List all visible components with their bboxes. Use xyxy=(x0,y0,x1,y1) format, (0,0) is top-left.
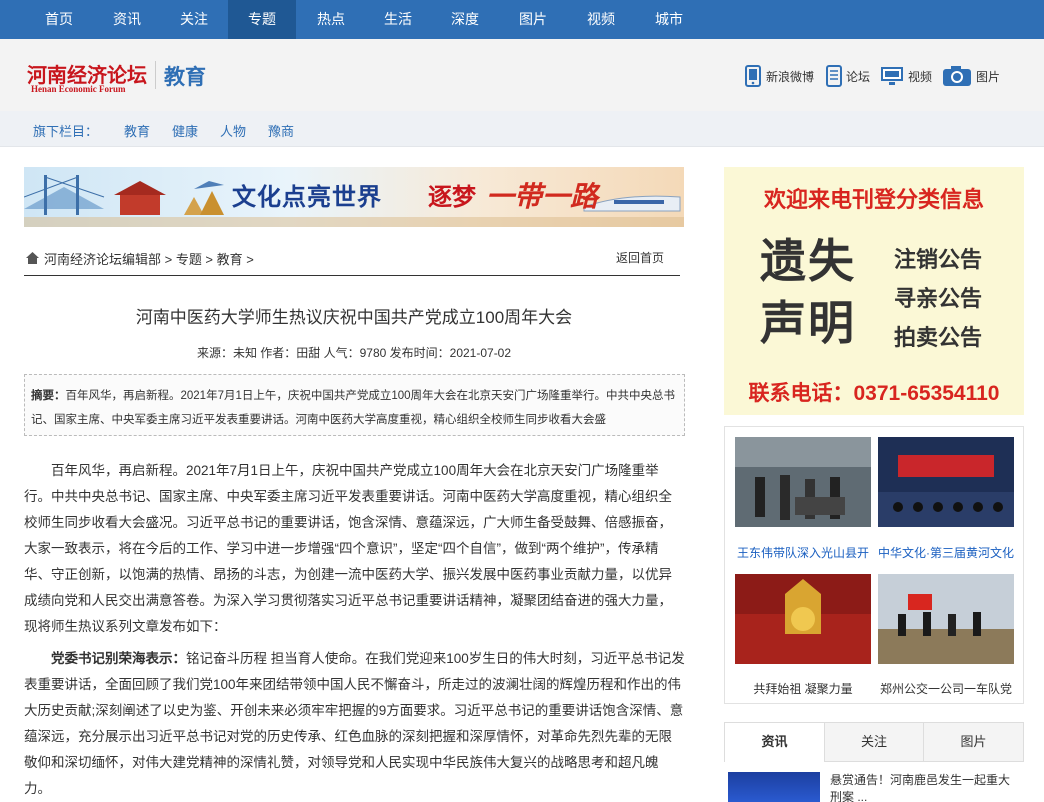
article-meta: 来源：未知 作者：田甜 人气：9780 发布时间：2021-07-02 xyxy=(196,346,512,360)
nav-item-life[interactable]: 生活 xyxy=(367,0,429,39)
back-home-link[interactable]: 返回首页 xyxy=(616,249,664,266)
ad-item-cancel: 注销公告 xyxy=(894,247,983,272)
forum-link[interactable]: 论坛 xyxy=(826,65,870,87)
photo-caption[interactable]: 中华文化·第三届黄河文化 xyxy=(871,544,1021,561)
nav-item-home[interactable]: 首页 xyxy=(28,0,90,39)
tab-follow[interactable]: 关注 xyxy=(824,723,923,762)
ad-big-text-1: 遗失 xyxy=(760,235,856,287)
video-link[interactable]: 视频 xyxy=(880,65,932,87)
photo-caption[interactable]: 王东伟带队深入光山县开 xyxy=(728,544,878,561)
phone-icon xyxy=(745,65,761,87)
abstract-text: 百年风华，再启新程。2021年7月1日上午，庆祝中国共产党成立100周年大会在北… xyxy=(31,390,676,426)
article-paragraph: 百年风华，再启新程。2021年7月1日上午，庆祝中国共产党成立100周年大会在北… xyxy=(24,463,672,634)
news-thumbnail[interactable] xyxy=(728,772,820,802)
nav-item-city[interactable]: 城市 xyxy=(638,0,700,39)
banner-title: 文化点亮世界 xyxy=(232,184,382,211)
nav-item-video[interactable]: 视频 xyxy=(570,0,632,39)
sub-column-merchants[interactable]: 豫商 xyxy=(268,121,294,140)
article-body: 百年风华，再启新程。2021年7月1日上午，庆祝中国共产党成立100周年大会在北… xyxy=(24,458,685,802)
article-paragraph-2: 党委书记别荣海表示：铭记奋斗历程 担当育人使命。在我们党迎来100岁生日的伟大时… xyxy=(24,646,685,802)
site-header: 河南经济论坛 Henan Economic Forum 教育 新浪微博 论坛 视… xyxy=(0,39,1044,111)
ad-item-family: 寻亲公告 xyxy=(894,286,983,311)
sub-column-health[interactable]: 健康 xyxy=(172,121,198,140)
news-title-line-1: 悬赏通告！河南鹿邑发生一起重大 xyxy=(830,773,1011,787)
photo-grid: 王东伟带队深入光山县开 中华文化·第三届黄河文化 共拜始祖 凝聚力量 郑州公交一… xyxy=(724,426,1024,704)
speaker-label: 党委书记别荣海表示： xyxy=(51,651,186,666)
sub-column-people[interactable]: 人物 xyxy=(220,121,246,140)
ad-headline: 欢迎来电刊登分类信息 xyxy=(763,187,984,212)
article-paragraph-2-text: 铭记奋斗历程 担当育人使命。在我们党迎来100岁生日的伟大时刻，习近平总书记发表… xyxy=(24,651,685,796)
breadcrumb: 河南经济论坛编辑部 > 专题 > 教育 > 返回首页 xyxy=(24,244,680,276)
sub-column-label: 旗下栏目： xyxy=(33,124,99,139)
nav-item-follow[interactable]: 关注 xyxy=(163,0,225,39)
abstract-label: 摘要： xyxy=(31,390,66,402)
sub-column-education[interactable]: 教育 xyxy=(124,121,150,140)
nav-item-depth[interactable]: 深度 xyxy=(434,0,496,39)
forum-link-label: 论坛 xyxy=(846,69,871,84)
news-title-line-2: 刑案 ... xyxy=(830,790,868,802)
article-abstract: 摘要：百年风华，再启新程。2021年7月1日上午，庆祝中国共产党成立100周年大… xyxy=(24,374,685,436)
weibo-link[interactable]: 新浪微博 xyxy=(744,65,814,87)
photo-caption[interactable]: 共拜始祖 凝聚力量 xyxy=(728,680,878,697)
tablet-icon xyxy=(826,65,842,87)
site-logo-english: Henan Economic Forum xyxy=(31,84,126,94)
nav-item-images[interactable]: 图片 xyxy=(502,0,564,39)
sub-column-bar: 旗下栏目： 教育 健康 人物 豫商 xyxy=(0,111,1044,147)
logo-divider xyxy=(155,61,156,89)
classified-ad[interactable]: 欢迎来电刊登分类信息 遗失 声明 注销公告 寻亲公告 拍卖公告 联系电话：037… xyxy=(724,167,1024,415)
weibo-link-label: 新浪微博 xyxy=(766,69,815,84)
channel-title: 教育 xyxy=(164,66,206,89)
ad-phone: 联系电话：0371-65354110 xyxy=(748,382,1000,405)
ad-big-text-2: 声明 xyxy=(760,297,856,349)
camera-icon xyxy=(943,66,971,86)
image-link[interactable]: 图片 xyxy=(942,65,1000,87)
banner-slogan: 一带一路 xyxy=(486,180,599,213)
top-navigation: 首页 资讯 关注 专题 热点 生活 深度 图片 视频 城市 xyxy=(0,0,1044,39)
ad-item-auction: 拍卖公告 xyxy=(894,325,983,350)
video-link-label: 视频 xyxy=(908,69,933,84)
tab-images[interactable]: 图片 xyxy=(923,723,1023,762)
photo-thumbnail[interactable] xyxy=(878,574,1014,664)
photo-caption[interactable]: 郑州公交一公司一车队党 xyxy=(871,680,1021,697)
banner-ad[interactable]: 文化点亮世界 逐梦 一带一路 xyxy=(24,167,684,227)
photo-thumbnail[interactable] xyxy=(878,437,1014,527)
news-tabs: 资讯 关注 图片 xyxy=(724,722,1024,762)
home-icon xyxy=(26,252,39,264)
nav-item-hot[interactable]: 热点 xyxy=(300,0,362,39)
breadcrumb-path[interactable]: 河南经济论坛编辑部 > 专题 > 教育 > xyxy=(44,249,254,268)
monitor-icon xyxy=(881,67,903,85)
nav-item-topic[interactable]: 专题 xyxy=(228,0,296,39)
nav-item-news[interactable]: 资讯 xyxy=(96,0,158,39)
news-item[interactable]: 悬赏通告！河南鹿邑发生一起重大 刑案 ... xyxy=(728,772,1023,802)
tab-news[interactable]: 资讯 xyxy=(725,723,824,762)
photo-thumbnail[interactable] xyxy=(735,437,871,527)
image-link-label: 图片 xyxy=(976,69,1001,84)
photo-thumbnail[interactable] xyxy=(735,574,871,664)
article-title: 河南中医药大学师生热议庆祝中国共产党成立100周年大会 xyxy=(135,308,573,327)
banner-subtitle: 逐梦 xyxy=(428,184,476,211)
news-title[interactable]: 悬赏通告！河南鹿邑发生一起重大 刑案 ... xyxy=(830,772,1020,802)
